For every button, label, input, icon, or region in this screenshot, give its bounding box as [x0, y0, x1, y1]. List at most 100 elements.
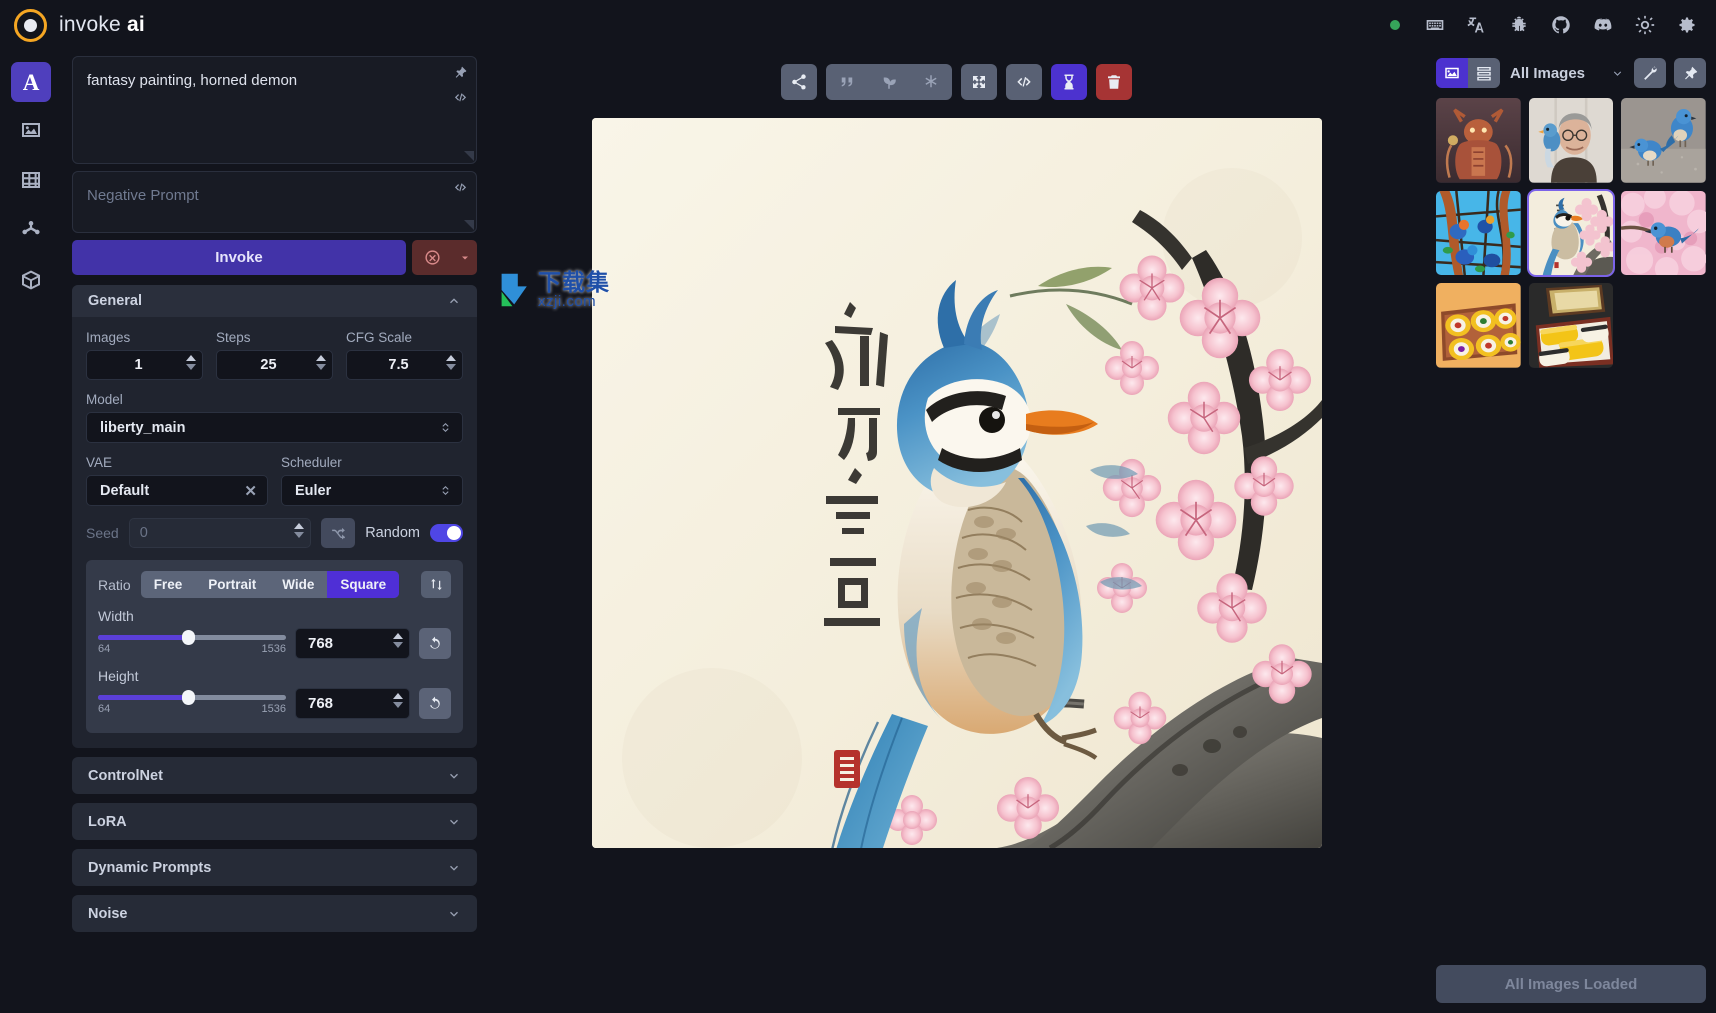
seed-stepper[interactable] [294, 523, 304, 538]
ratio-button-wide[interactable]: Wide [269, 571, 327, 598]
quote-icon[interactable] [826, 64, 868, 100]
steps-value: 25 [227, 357, 310, 373]
thumb-stained-glass-birds[interactable] [1436, 191, 1521, 276]
gallery-settings-button[interactable] [1634, 58, 1666, 88]
code-icon[interactable] [1006, 64, 1042, 100]
gallery-panel: All Images [1426, 50, 1716, 1013]
reset-width-button[interactable] [419, 628, 451, 659]
accordion-dynamic-prompts-header[interactable]: Dynamic Prompts [72, 849, 477, 886]
code-icon[interactable] [453, 90, 468, 105]
sidebar-item-text-to-image[interactable]: A [11, 62, 51, 102]
model-select[interactable]: liberty_main [86, 412, 463, 443]
sidebar-item-model-manager[interactable] [11, 262, 51, 302]
vae-select[interactable]: Default ✕ [86, 475, 268, 506]
hourglass-icon[interactable] [1051, 64, 1087, 100]
expand-icon[interactable] [961, 64, 997, 100]
thumb-sushi-tray-a[interactable] [1436, 283, 1521, 368]
gallery-filter-select[interactable]: All Images [1508, 58, 1626, 88]
code-icon[interactable] [453, 180, 468, 195]
cancel-button[interactable] [412, 240, 453, 275]
vae-field: VAE Default ✕ [86, 455, 268, 506]
height-slider[interactable]: 64 1536 [98, 688, 286, 715]
width-input[interactable]: 768 [295, 628, 410, 659]
accordion-lora-header[interactable]: LoRA [72, 803, 477, 840]
shuffle-seed-button[interactable] [321, 518, 355, 548]
accordion-noise-header[interactable]: Noise [72, 895, 477, 932]
height-max-label: 1536 [262, 703, 286, 715]
width-value: 768 [308, 635, 333, 652]
sidebar-item-node-editor[interactable] [11, 212, 51, 252]
github-icon[interactable] [1550, 14, 1572, 36]
invoke-button[interactable]: Invoke [72, 240, 406, 275]
chevron-down-icon [447, 907, 461, 921]
images-input[interactable]: 1 [86, 350, 203, 380]
language-icon[interactable] [1466, 14, 1488, 36]
scheduler-field: Scheduler Euler [281, 455, 463, 506]
seed-sprout-icon[interactable] [868, 64, 910, 100]
thumb-bird-pink-blossoms[interactable] [1621, 191, 1706, 276]
width-slider[interactable]: 64 1536 [98, 628, 286, 655]
generated-image[interactable] [592, 118, 1322, 848]
accordion-general-header[interactable]: General [72, 285, 477, 317]
model-label: Model [86, 392, 463, 407]
steps-input[interactable]: 25 [216, 350, 333, 380]
height-input[interactable]: 768 [295, 688, 410, 719]
cfg-scale-stepper[interactable] [446, 355, 456, 370]
gallery-footer: All Images Loaded [1436, 965, 1706, 1003]
negative-prompt-box[interactable]: Negative Prompt [72, 171, 477, 233]
ratio-row: Ratio Free Portrait Wide Square [98, 571, 451, 598]
scheduler-select[interactable]: Euler [281, 475, 463, 506]
share-icon[interactable] [781, 64, 817, 100]
trash-icon[interactable] [1096, 64, 1132, 100]
gear-icon[interactable] [1676, 14, 1698, 36]
parameters-panel: fantasy painting, horned demon Negative … [62, 50, 487, 1013]
prompt-resize-grip[interactable] [464, 151, 474, 161]
ratio-button-square[interactable]: Square [327, 571, 399, 598]
cancel-options-button[interactable] [453, 240, 477, 275]
discord-icon[interactable] [1592, 14, 1614, 36]
steps-stepper[interactable] [316, 355, 326, 370]
prompt-resize-grip[interactable] [464, 220, 474, 230]
width-stepper[interactable] [393, 633, 403, 648]
sun-icon[interactable] [1634, 14, 1656, 36]
vae-scheduler-row: VAE Default ✕ Scheduler Euler [86, 455, 463, 506]
keyboard-icon[interactable] [1424, 14, 1446, 36]
gallery-tab-assets[interactable] [1468, 58, 1500, 88]
thumb-man-with-bird[interactable] [1529, 98, 1614, 183]
gallery-tab-images[interactable] [1436, 58, 1468, 88]
thumb-horned-demon[interactable] [1436, 98, 1521, 183]
chevron-updown-icon [439, 484, 452, 497]
bug-icon[interactable] [1508, 14, 1530, 36]
accordion-controlnet-header[interactable]: ControlNet [72, 757, 477, 794]
chevron-down-icon [447, 815, 461, 829]
gallery-pin-button[interactable] [1674, 58, 1706, 88]
random-seed-toggle[interactable] [430, 524, 463, 542]
asterisk-icon[interactable] [910, 64, 952, 100]
viewer-toolbar [781, 64, 1132, 100]
seed-input[interactable]: 0 [129, 518, 311, 548]
close-icon[interactable]: ✕ [244, 482, 257, 500]
positive-prompt-text[interactable]: fantasy painting, horned demon [73, 57, 476, 91]
images-label: Images [86, 330, 203, 345]
accordion-noise-title: Noise [88, 906, 128, 922]
positive-prompt-box[interactable]: fantasy painting, horned demon [72, 56, 477, 164]
accordion-dynamic-prompts-title: Dynamic Prompts [88, 860, 211, 876]
sidebar-item-image-to-image[interactable] [11, 112, 51, 152]
ratio-button-group: Free Portrait Wide Square [141, 571, 399, 598]
ratio-button-portrait[interactable]: Portrait [195, 571, 269, 598]
thumb-sushi-tray-b[interactable] [1529, 283, 1614, 368]
reset-height-button[interactable] [419, 688, 451, 719]
images-stepper[interactable] [186, 355, 196, 370]
sidebar-item-unified-canvas[interactable] [11, 162, 51, 202]
random-seed-label: Random [365, 525, 420, 541]
pin-icon[interactable] [453, 65, 468, 80]
swap-dimensions-button[interactable] [421, 571, 451, 598]
thumb-two-bluebirds[interactable] [1621, 98, 1706, 183]
width-row: 64 1536 768 [98, 628, 451, 659]
gallery-view-toggle [1436, 58, 1500, 88]
height-stepper[interactable] [393, 693, 403, 708]
thumb-ink-bird-blossom[interactable] [1529, 191, 1614, 276]
negative-prompt-text[interactable]: Negative Prompt [73, 172, 476, 206]
ratio-button-free[interactable]: Free [141, 571, 196, 598]
cfg-scale-input[interactable]: 7.5 [346, 350, 463, 380]
